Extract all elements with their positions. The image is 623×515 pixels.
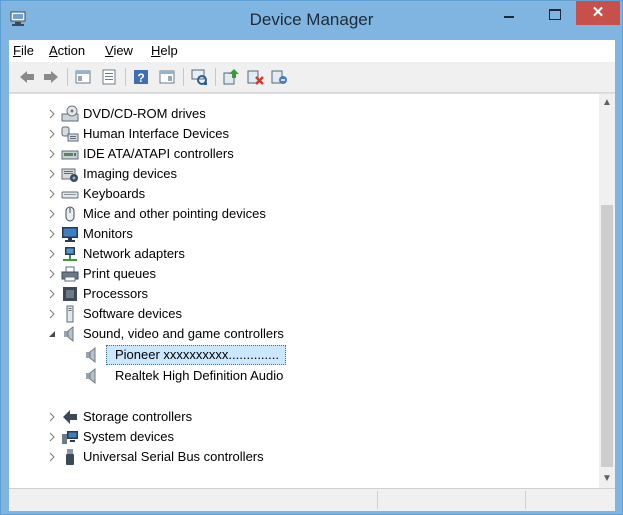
expand-arrow-icon[interactable]	[47, 109, 57, 119]
expand-arrow-icon[interactable]	[47, 432, 57, 442]
update-driver-icon[interactable]	[221, 67, 241, 87]
window-title: Device Manager	[249, 10, 374, 29]
hid-icon	[61, 126, 79, 142]
expand-arrow-icon[interactable]	[47, 269, 57, 279]
expand-arrow-icon[interactable]	[47, 189, 57, 199]
menu-file[interactable]: File	[13, 43, 34, 58]
speaker-icon	[64, 325, 74, 343]
expand-arrow-icon[interactable]	[47, 289, 57, 299]
show-hide-console-tree-icon[interactable]	[99, 67, 119, 87]
scroll-up-button[interactable]: ▲	[599, 94, 615, 112]
tree-node-label: Universal Serial Bus controllers	[83, 449, 264, 464]
vertical-scrollbar[interactable]: ▲ ▼	[599, 94, 615, 488]
network-adapter-icon	[63, 247, 77, 261]
expand-arrow-icon[interactable]	[47, 209, 57, 219]
close-icon: ✕	[591, 4, 605, 21]
scroll-down-button[interactable]: ▼	[599, 470, 615, 488]
tree-node-label: Pioneer xxxxxxxxxx..............	[115, 347, 279, 362]
expand-arrow-icon[interactable]	[47, 452, 57, 462]
dvd-drive-icon	[61, 105, 79, 122]
status-pane	[9, 491, 378, 509]
tree-node-label: Human Interface Devices	[83, 126, 229, 141]
device-tree-pane: DVD/CD-ROM drives Human Interface Device…	[9, 93, 615, 488]
tree-node-label: Realtek High Definition Audio	[115, 368, 284, 383]
tree-node-label: Mice and other pointing devices	[83, 206, 266, 221]
menu-action[interactable]: Action	[49, 43, 85, 58]
help-icon[interactable]: ?	[131, 67, 151, 87]
properties-icon[interactable]	[73, 67, 93, 87]
toolbar-separator	[215, 68, 216, 86]
printer-icon	[61, 266, 79, 282]
device-tree[interactable]: DVD/CD-ROM drives Human Interface Device…	[9, 94, 599, 488]
usb-icon	[66, 449, 74, 465]
forward-arrow-icon[interactable]	[41, 67, 61, 87]
toolbar: ?	[9, 62, 615, 93]
monitor-icon	[62, 227, 78, 242]
tree-node-label: Software devices	[83, 306, 182, 321]
expand-arrow-icon[interactable]	[47, 169, 57, 179]
menu-view[interactable]: View	[105, 43, 133, 58]
camera-icon	[61, 168, 78, 182]
tree-node-label: Monitors	[83, 226, 133, 241]
tree-node-label: Sound, video and game controllers	[83, 326, 284, 341]
expand-arrow-icon[interactable]	[47, 149, 57, 159]
device-manager-window: Device Manager ✕ File Action View Help ?	[0, 0, 623, 515]
chevron-up-icon: ▲	[602, 97, 612, 108]
uninstall-device-icon[interactable]	[245, 67, 265, 87]
menu-bar: File Action View Help	[9, 40, 615, 62]
show-hide-action-pane-icon[interactable]	[157, 67, 177, 87]
toolbar-separator	[67, 68, 68, 86]
speaker-icon	[86, 346, 96, 364]
expand-arrow-icon[interactable]	[47, 309, 57, 319]
mouse-icon	[65, 206, 75, 222]
toolbar-separator	[183, 68, 184, 86]
tree-node-label: Keyboards	[83, 186, 146, 201]
status-bar	[9, 488, 615, 511]
tree-node-label: IDE ATA/ATAPI controllers	[83, 146, 234, 161]
tree-node-label: Storage controllers	[83, 409, 193, 424]
scan-hardware-icon[interactable]	[189, 67, 209, 87]
tree-node-label: Print queues	[83, 266, 156, 281]
disable-device-icon[interactable]	[269, 67, 289, 87]
title-bar[interactable]: Device Manager ✕	[1, 1, 622, 39]
speaker-icon	[86, 367, 96, 385]
tree-node-label: DVD/CD-ROM drives	[83, 106, 206, 121]
keyboard-icon	[61, 191, 79, 199]
tree-node-label: Processors	[83, 286, 149, 301]
expand-arrow-icon[interactable]	[47, 229, 57, 239]
expand-arrow-icon[interactable]	[47, 412, 57, 422]
collapse-arrow-icon[interactable]	[47, 329, 57, 339]
back-arrow-icon[interactable]	[17, 67, 37, 87]
processor-icon	[63, 287, 77, 301]
storage-controller-icon	[63, 410, 77, 424]
status-pane	[377, 491, 526, 509]
scrollbar-thumb[interactable]	[601, 205, 613, 467]
expand-arrow-icon[interactable]	[47, 129, 57, 139]
tree-node-label: Network adapters	[83, 246, 185, 261]
system-devices-icon	[62, 431, 78, 444]
software-device-icon	[66, 305, 74, 323]
maximize-button[interactable]	[538, 3, 572, 27]
svg-text:?: ?	[137, 71, 144, 85]
minimize-button[interactable]	[492, 3, 526, 27]
tree-node-label: Imaging devices	[83, 166, 177, 181]
close-button[interactable]: ✕	[576, 1, 620, 25]
expand-arrow-icon[interactable]	[47, 249, 57, 259]
tree-node-label: System devices	[83, 429, 175, 444]
menu-help[interactable]: Help	[151, 43, 178, 58]
chevron-down-icon: ▼	[602, 473, 612, 484]
ide-controller-icon	[61, 150, 79, 160]
toolbar-separator	[125, 68, 126, 86]
